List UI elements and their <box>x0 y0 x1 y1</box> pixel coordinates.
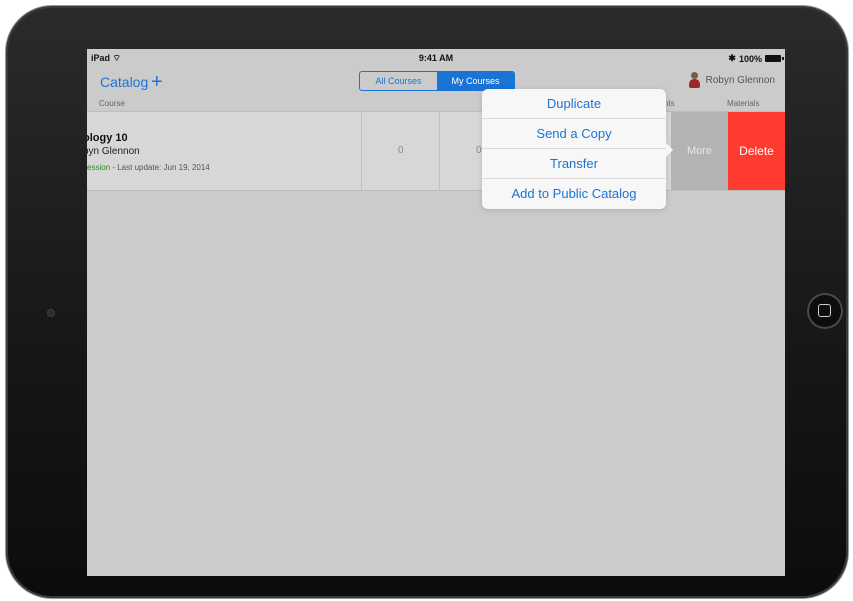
battery-percent: 100% <box>738 53 762 64</box>
navigation-bar: Catalog + All Courses My Courses Robyn G… <box>87 69 785 95</box>
column-materials: Materials <box>727 99 760 108</box>
avatar <box>688 72 700 88</box>
menu-item-transfer[interactable]: Transfer <box>482 149 666 179</box>
status-bar: iPad ⌔ 9:41 AM ✱ 100% <box>87 49 785 69</box>
count-value-2: 0 <box>476 145 482 156</box>
column-header: Course dents Materials <box>87 95 785 111</box>
course-filter-segmented-control: All Courses My Courses <box>359 71 515 91</box>
home-square-icon <box>818 304 831 317</box>
status-right: ✱ 100% <box>728 53 784 64</box>
column-course: Course <box>99 99 125 108</box>
home-button[interactable] <box>807 293 843 329</box>
more-button[interactable]: More <box>671 112 728 190</box>
course-title: ology 10 <box>87 132 128 144</box>
delete-button[interactable]: Delete <box>728 112 785 190</box>
catalog-title[interactable]: Catalog <box>100 74 148 90</box>
user-name: Robyn Glennon <box>705 74 776 86</box>
tab-my-courses[interactable]: My Courses <box>437 72 514 90</box>
count-value-1: 0 <box>398 145 404 156</box>
battery-icon <box>765 55 784 62</box>
add-course-button[interactable]: + <box>151 69 163 95</box>
menu-item-send-a-copy[interactable]: Send a Copy <box>482 119 666 149</box>
ipad-frame: iPad ⌔ 9:41 AM ✱ 100% Catalog + All Cour… <box>6 6 848 598</box>
tab-all-courses[interactable]: All Courses <box>360 72 437 90</box>
course-row[interactable]: ology 10 byn Glennon session - Last upda… <box>87 111 785 191</box>
course-meta: session - Last update: Jun 19, 2014 <box>87 163 210 172</box>
bluetooth-icon: ✱ <box>728 53 736 63</box>
count-cell-1: 0 <box>361 112 440 190</box>
more-actions-popover: Duplicate Send a Copy Transfer Add to Pu… <box>482 89 673 209</box>
status-time: 9:41 AM <box>418 53 454 63</box>
course-author: byn Glennon <box>87 146 140 157</box>
course-status: session <box>87 163 111 172</box>
menu-item-add-to-public-catalog[interactable]: Add to Public Catalog <box>482 179 666 209</box>
front-camera <box>47 309 55 317</box>
app-screen: iPad ⌔ 9:41 AM ✱ 100% Catalog + All Cour… <box>87 49 785 576</box>
course-last-update: - Last update: Jun 19, 2014 <box>110 163 210 172</box>
menu-item-duplicate[interactable]: Duplicate <box>482 89 666 119</box>
user-profile[interactable]: Robyn Glennon <box>688 72 776 88</box>
